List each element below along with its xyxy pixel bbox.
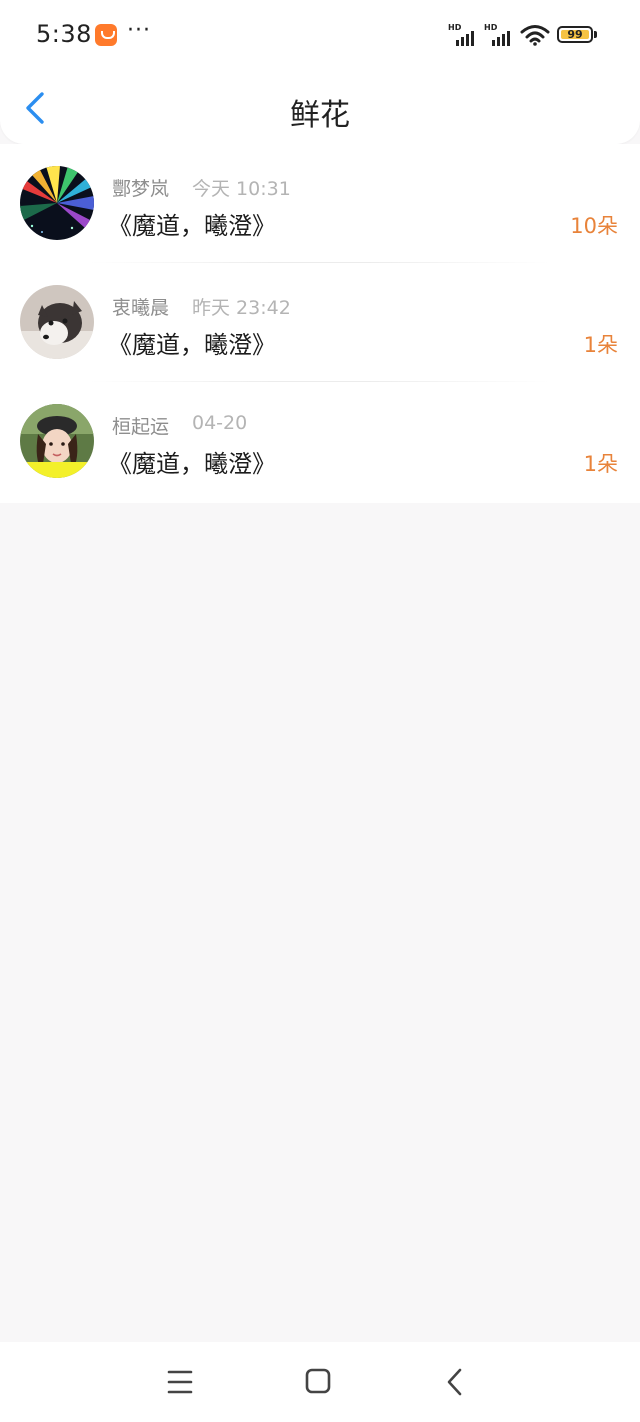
page-title: 鲜花 [290,98,350,133]
rainbow-avatar-icon [20,166,94,240]
sender-name: 酆梦岚 [112,178,170,200]
nav-bar: 鲜花 [0,72,640,144]
header-card: 5:38 ··· HD HD 99 鲜花 [0,0,640,144]
book-title: 《魔道，曦澄》 [108,331,276,359]
list-item[interactable]: 衷曦晨 昨天 23:42 《魔道，曦澄》 1朵 [0,263,640,382]
system-back-button[interactable] [436,1364,476,1400]
sender-name: 桓起运 [112,416,170,438]
home-icon [305,1368,331,1394]
flower-count: 1朵 [583,333,618,357]
girl-avatar-icon [20,404,94,478]
flower-count: 10朵 [570,214,618,238]
battery-icon: 99 [557,26,593,43]
flower-list: 酆梦岚 今天 10:31 《魔道，曦澄》 10朵 衷曦晨 昨天 23:42 《魔… [0,144,640,503]
avatar[interactable] [20,285,94,359]
sender-name: 衷曦晨 [112,297,170,319]
wifi-icon [520,25,550,46]
status-bar: 5:38 ··· HD HD 99 [0,0,640,70]
sent-time: 今天 10:31 [192,178,291,200]
sent-time: 昨天 23:42 [192,297,291,319]
sent-time: 04-20 [192,412,248,434]
battery-tip [594,31,597,38]
status-time: 5:38 [36,20,92,48]
system-navigation-bar [0,1342,640,1422]
list-item[interactable]: 酆梦岚 今天 10:31 《魔道，曦澄》 10朵 [0,144,640,263]
flower-count: 1朵 [583,452,618,476]
book-title: 《魔道，曦澄》 [108,212,276,240]
more-notifications-icon: ··· [127,18,151,43]
avatar[interactable] [20,166,94,240]
husky-avatar-icon [20,285,94,359]
shopping-app-icon [95,24,117,46]
signal-icon: HD [484,23,514,46]
menu-icon [167,1370,193,1394]
recent-apps-button[interactable] [160,1364,200,1400]
book-title: 《魔道，曦澄》 [108,450,276,478]
signal-icon: HD [448,23,478,46]
home-button[interactable] [298,1364,338,1400]
list-item[interactable]: 桓起运 04-20 《魔道，曦澄》 1朵 [0,382,640,501]
avatar[interactable] [20,404,94,478]
battery-level: 99 [567,28,583,41]
screen: 5:38 ··· HD HD 99 鲜花 酆梦岚 今天 10:31 《魔道，曦澄… [0,0,640,1422]
back-icon [447,1368,462,1396]
